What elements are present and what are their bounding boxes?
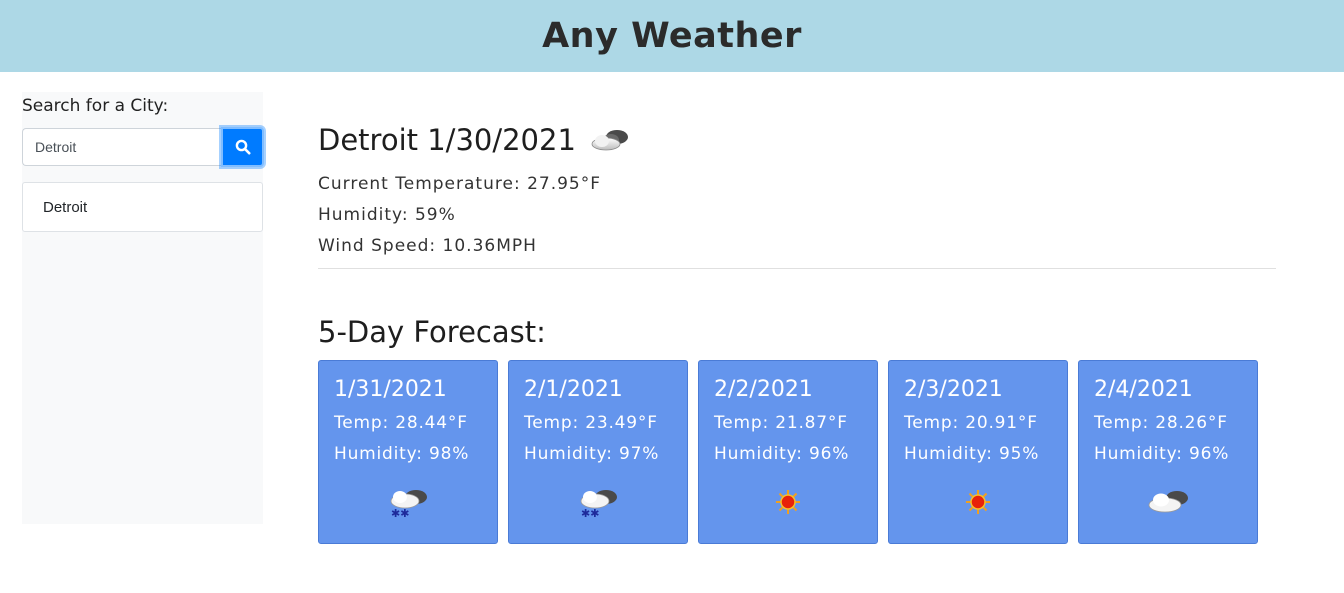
app-title: Any Weather bbox=[542, 16, 802, 56]
section-divider bbox=[318, 268, 1276, 269]
app-header: Any Weather bbox=[0, 0, 1344, 72]
forecast-card: 2/4/2021 Temp: 28.26°F Humidity: 96% bbox=[1078, 360, 1258, 544]
forecast-temp: Temp: 28.44°F bbox=[334, 413, 468, 433]
forecast-humidity: Humidity: 97% bbox=[524, 444, 660, 464]
search-button[interactable] bbox=[221, 127, 264, 167]
current-city-date: Detroit 1/30/2021 bbox=[318, 123, 576, 157]
forecast-date: 2/1/2021 bbox=[524, 377, 623, 402]
current-temperature: Current Temperature: 27.95°F bbox=[318, 173, 602, 194]
forecast-card: 1/31/2021 Temp: 28.44°F Humidity: 98% ✱✱ bbox=[318, 360, 498, 544]
forecast-humidity: Humidity: 96% bbox=[1094, 444, 1230, 464]
history-item-detroit[interactable]: Detroit bbox=[22, 182, 263, 232]
forecast-temp: Temp: 21.87°F bbox=[714, 413, 848, 433]
forecast-temp: Temp: 20.91°F bbox=[904, 413, 1038, 433]
search-label: Search for a City: bbox=[22, 96, 169, 116]
forecast-heading: 5-Day Forecast: bbox=[318, 315, 546, 349]
sun-icon bbox=[776, 490, 800, 514]
forecast-date: 2/4/2021 bbox=[1094, 377, 1193, 402]
svg-text:✱✱: ✱✱ bbox=[581, 507, 599, 519]
snow-icon: ✱✱ bbox=[390, 490, 427, 519]
current-weather-heading: Detroit 1/30/2021 bbox=[318, 120, 1276, 160]
search-sidebar: Search for a City: Detroit bbox=[22, 92, 264, 524]
snow-icon: ✱✱ bbox=[580, 490, 617, 519]
cloud-icon bbox=[1148, 491, 1188, 513]
forecast-temp: Temp: 23.49°F bbox=[524, 413, 658, 433]
forecast-humidity: Humidity: 95% bbox=[904, 444, 1040, 464]
forecast-date: 2/3/2021 bbox=[904, 377, 1003, 402]
forecast-date: 2/2/2021 bbox=[714, 377, 813, 402]
forecast-temp: Temp: 28.26°F bbox=[1094, 413, 1228, 433]
forecast-date: 1/31/2021 bbox=[334, 377, 447, 402]
city-search-input[interactable] bbox=[22, 128, 222, 166]
forecast-humidity: Humidity: 98% bbox=[334, 444, 470, 464]
forecast-card: 2/1/2021 Temp: 23.49°F Humidity: 97% ✱✱ bbox=[508, 360, 688, 544]
forecast-card: 2/2/2021 Temp: 21.87°F Humidity: 96% bbox=[698, 360, 878, 544]
search-icon bbox=[235, 139, 250, 155]
forecast-card: 2/3/2021 Temp: 20.91°F Humidity: 95% bbox=[888, 360, 1068, 544]
current-humidity: Humidity: 59% bbox=[318, 204, 456, 225]
current-weather: Detroit 1/30/2021 Current Temperature: 2… bbox=[318, 120, 1276, 261]
current-wind-speed: Wind Speed: 10.36MPH bbox=[318, 235, 537, 256]
sun-icon bbox=[966, 490, 990, 514]
svg-text:✱✱: ✱✱ bbox=[391, 507, 409, 519]
forecast-humidity: Humidity: 96% bbox=[714, 444, 850, 464]
cloud-icon bbox=[591, 130, 628, 151]
